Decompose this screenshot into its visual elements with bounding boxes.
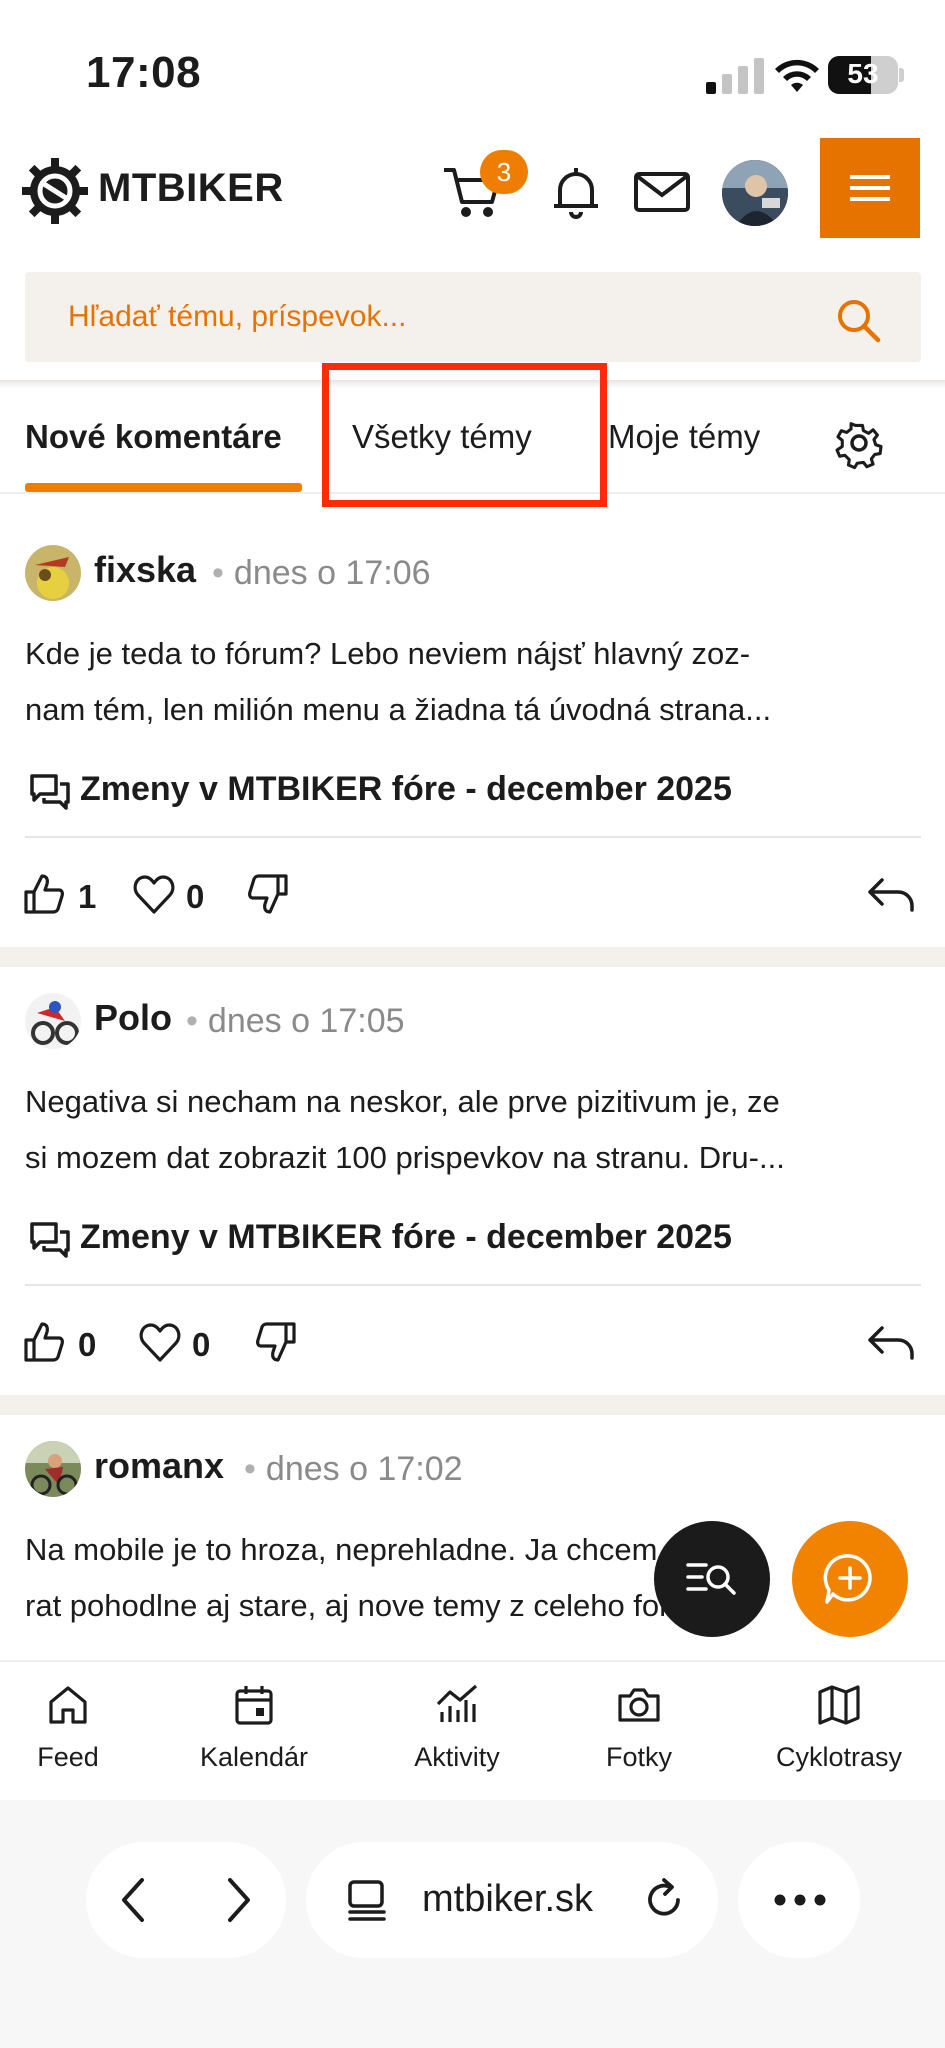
thumbs-down-icon[interactable]	[246, 872, 290, 916]
home-icon	[49, 1686, 87, 1724]
activity-chart-icon	[436, 1684, 478, 1722]
thumbs-down-icon[interactable]	[254, 1320, 298, 1364]
nav-label: Cyklotrasy	[775, 1742, 903, 1772]
tab-new-comments[interactable]: Nové komentáre	[25, 418, 282, 456]
nav-activities[interactable]: Aktivity	[377, 1682, 537, 1773]
post-divider	[25, 836, 921, 838]
avatar-romanx[interactable]	[25, 1441, 81, 1497]
hamburger-menu-icon	[850, 175, 890, 201]
wifi-icon	[775, 59, 819, 92]
post-separator	[0, 1395, 945, 1415]
like-count: 0	[78, 1326, 97, 1363]
new-post-fab[interactable]	[792, 1521, 908, 1637]
map-icon	[818, 1685, 860, 1725]
tabs-overview-icon[interactable]	[344, 1876, 390, 1924]
post-author[interactable]: romanx	[94, 1445, 224, 1487]
back-chevron-icon[interactable]	[112, 1876, 156, 1924]
nav-routes[interactable]: Cyklotrasy	[759, 1682, 919, 1773]
forum-topic-icon	[30, 1222, 70, 1258]
nav-photos[interactable]: Fotky	[559, 1682, 719, 1773]
status-time: 17:08	[86, 48, 202, 97]
reply-icon[interactable]	[866, 872, 916, 916]
mtbiker-logo-icon[interactable]	[22, 158, 88, 224]
user-avatar[interactable]	[722, 160, 788, 226]
post-text[interactable]: Na mobile je to hroza, neprehladne. Ja c…	[25, 1522, 920, 1634]
topic-link[interactable]: Zmeny v MTBIKER fóre - december 2025	[80, 1218, 732, 1257]
post-author[interactable]: fixska	[94, 549, 196, 591]
cellular-signal-icon	[706, 58, 764, 94]
post-text[interactable]: Kde je teda to fórum? Lebo neviem nájsť …	[25, 626, 920, 738]
post-text[interactable]: Negativa si necham na neskor, ale prve p…	[25, 1074, 920, 1186]
heart-icon[interactable]	[138, 1320, 182, 1364]
nav-calendar[interactable]: Kalendár	[174, 1682, 334, 1773]
post-author[interactable]: Polo	[94, 997, 172, 1039]
url-text[interactable]: mtbiker.sk	[422, 1878, 593, 1921]
list-search-icon	[686, 1563, 736, 1595]
reply-icon[interactable]	[866, 1320, 916, 1364]
nav-label: Feed	[37, 1742, 99, 1772]
camera-icon	[618, 1688, 660, 1722]
bell-icon[interactable]	[546, 162, 606, 222]
menu-button[interactable]	[820, 138, 920, 238]
search-icon[interactable]	[834, 296, 882, 344]
mail-icon[interactable]	[632, 162, 692, 222]
search-topics-fab[interactable]	[654, 1521, 770, 1637]
nav-label: Aktivity	[414, 1742, 500, 1772]
post-divider	[25, 1284, 921, 1286]
nav-feed[interactable]: Feed	[0, 1682, 148, 1773]
tab-my-topics[interactable]: Moje témy	[608, 418, 760, 456]
nav-label: Fotky	[605, 1742, 672, 1772]
forward-chevron-icon[interactable]	[216, 1876, 260, 1924]
highlight-annotation-box	[322, 363, 607, 507]
forum-topic-icon	[30, 774, 70, 810]
search-placeholder[interactable]: Hľadať tému, príspevok...	[68, 300, 406, 334]
logo-text[interactable]: MTBIKER	[98, 166, 284, 211]
avatar-fixska[interactable]	[25, 545, 81, 601]
post-time: • dnes o 17:05	[186, 1002, 405, 1040]
like-count: 1	[78, 878, 97, 915]
gear-icon[interactable]	[832, 416, 886, 470]
calendar-icon	[235, 1686, 273, 1725]
reload-icon[interactable]	[640, 1876, 688, 1924]
battery-level: 53	[847, 58, 879, 89]
battery-indicator: 53	[828, 56, 898, 94]
heart-icon[interactable]	[132, 872, 176, 916]
thumbs-up-icon[interactable]	[22, 1320, 66, 1364]
heart-count: 0	[192, 1326, 211, 1363]
post-separator	[0, 947, 945, 967]
battery-cap	[899, 68, 904, 82]
thumbs-up-icon[interactable]	[22, 872, 66, 916]
cart-count-badge[interactable]: 3	[480, 150, 528, 194]
add-comment-icon	[823, 1554, 872, 1604]
heart-count: 0	[186, 878, 205, 915]
post-time: • dnes o 17:06	[212, 554, 431, 592]
topic-link[interactable]: Zmeny v MTBIKER fóre - december 2025	[80, 770, 732, 809]
more-dots-icon[interactable]	[772, 1890, 828, 1910]
avatar-polo[interactable]	[25, 993, 81, 1049]
nav-label: Kalendár	[199, 1742, 309, 1772]
active-tab-indicator	[25, 483, 302, 492]
post-time: • dnes o 17:02	[244, 1450, 463, 1488]
